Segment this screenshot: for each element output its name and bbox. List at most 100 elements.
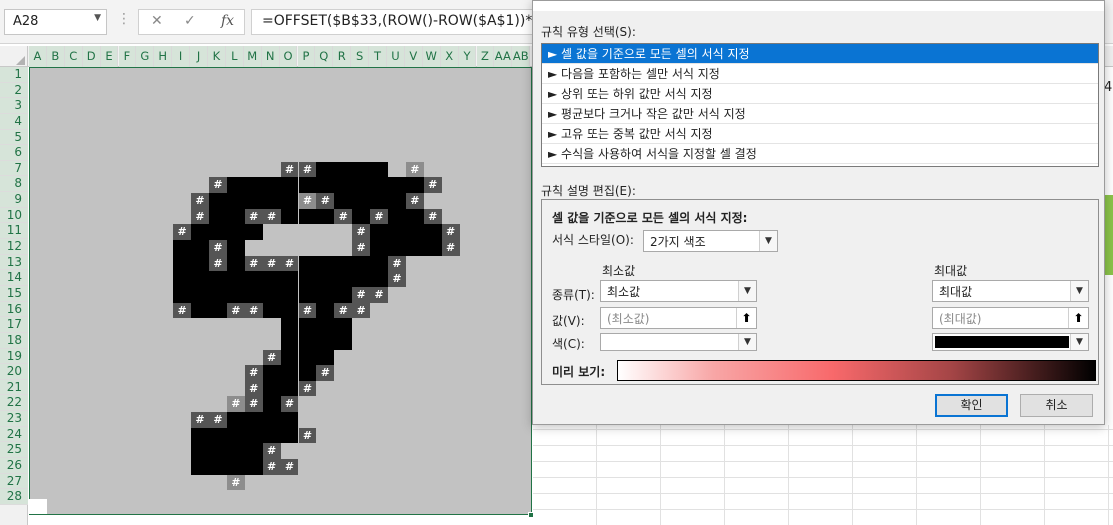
grid-cell[interactable] (262, 427, 281, 444)
grid-cell[interactable] (262, 380, 281, 397)
grid-cell[interactable] (280, 302, 299, 319)
grid-cell[interactable] (280, 177, 299, 194)
chevron-down-icon[interactable]: ▼ (738, 281, 756, 301)
row-header-21[interactable]: 21 (0, 379, 28, 396)
grid-cell[interactable]: # (298, 161, 317, 178)
chevron-down-icon[interactable]: ▼ (94, 13, 101, 23)
row-header-1[interactable]: 1 (0, 67, 28, 83)
active-cell-a28[interactable] (29, 499, 47, 514)
row-header-4[interactable]: 4 (0, 113, 28, 130)
grid-cell[interactable]: # (298, 193, 317, 209)
max-color-picker[interactable]: ▼ (932, 333, 1089, 351)
column-header-v[interactable]: V (404, 46, 423, 67)
select-all-corner[interactable] (0, 46, 28, 67)
grid-cell[interactable] (388, 208, 406, 225)
grid-cell[interactable] (209, 302, 227, 319)
grid-cell[interactable] (226, 271, 245, 287)
chevron-down-icon[interactable]: ▼ (1070, 281, 1088, 301)
grid-cell[interactable] (316, 333, 335, 350)
column-header-e[interactable]: E (100, 46, 119, 67)
fx-icon[interactable]: fx (221, 13, 234, 29)
grid-cell[interactable] (244, 443, 263, 459)
grid-cell[interactable]: # (244, 380, 263, 397)
formula-input[interactable]: =OFFSET($B$33,(ROW()-ROW($A$1))*28 (251, 9, 541, 35)
column-header-z[interactable]: Z (476, 46, 495, 67)
grid-cell[interactable] (316, 208, 335, 225)
grid-cell[interactable] (226, 286, 245, 303)
column-header-w[interactable]: W (422, 46, 441, 67)
grid-cell[interactable] (334, 161, 353, 178)
grid-cell[interactable] (262, 396, 281, 413)
row-header-2[interactable]: 2 (0, 82, 28, 99)
cancel-button[interactable]: 취소 (1020, 394, 1093, 417)
grid-cell[interactable]: # (441, 240, 460, 256)
grid-cell[interactable] (173, 286, 192, 303)
format-style-select[interactable]: 2가지 색조 ▼ (643, 230, 778, 252)
grid-cell[interactable]: # (173, 224, 192, 241)
grid-cell[interactable] (280, 365, 299, 381)
grid-cell[interactable] (334, 177, 353, 194)
min-value-input[interactable]: (최소값) ⬆ (600, 307, 757, 329)
grid-cell[interactable] (352, 271, 371, 287)
column-header-q[interactable]: Q (315, 46, 334, 67)
row-header-3[interactable]: 3 (0, 98, 28, 114)
grid-cell[interactable] (370, 161, 388, 178)
grid-cell[interactable]: # (388, 255, 406, 272)
row-header-19[interactable]: 19 (0, 348, 28, 365)
row-header-17[interactable]: 17 (0, 317, 28, 333)
grid-cell[interactable] (280, 208, 299, 225)
range-select-icon[interactable]: ⬆ (736, 308, 756, 328)
row-header-25[interactable]: 25 (0, 442, 28, 458)
row-header-22[interactable]: 22 (0, 395, 28, 412)
grid-cell[interactable] (298, 349, 317, 366)
grid-cell[interactable]: # (226, 302, 245, 319)
grid-cell[interactable] (316, 271, 335, 287)
grid-cell[interactable] (388, 240, 406, 256)
row-header-6[interactable]: 6 (0, 145, 28, 161)
grid-cell[interactable] (226, 177, 245, 194)
row-header-18[interactable]: 18 (0, 332, 28, 349)
grid-cell[interactable]: # (441, 224, 460, 241)
grid-cell[interactable] (316, 349, 335, 366)
grid-cell[interactable]: # (262, 208, 281, 225)
row-header-24[interactable]: 24 (0, 426, 28, 443)
grid-cell[interactable] (226, 240, 245, 256)
grid-cell[interactable]: # (352, 224, 371, 241)
rule-type-item[interactable]: ► 수식을 사용하여 서식을 지정할 셀 결정 (542, 144, 1098, 164)
max-type-select[interactable]: 최대값 ▼ (932, 280, 1089, 302)
grid-cell[interactable]: # (244, 365, 263, 381)
grid-cell[interactable]: # (244, 208, 263, 225)
grid-cell[interactable] (209, 459, 227, 475)
grid-cell[interactable]: # (405, 193, 424, 209)
cancel-icon[interactable]: ✕ (151, 13, 163, 29)
column-header-r[interactable]: R (333, 46, 352, 67)
grid-cell[interactable] (209, 208, 227, 225)
grid-cell[interactable]: # (370, 286, 388, 303)
min-type-select[interactable]: 최소값 ▼ (600, 280, 757, 302)
grid-cell[interactable] (191, 224, 209, 241)
grid-cell[interactable] (209, 286, 227, 303)
grid-cell[interactable] (191, 271, 209, 287)
grid-cell[interactable]: # (244, 255, 263, 272)
rule-type-item[interactable]: ► 고유 또는 중복 값만 서식 지정 (542, 124, 1098, 144)
row-header-16[interactable]: 16 (0, 301, 28, 318)
row-header-5[interactable]: 5 (0, 129, 28, 146)
row-header-9[interactable]: 9 (0, 192, 28, 208)
row-header-28[interactable]: 28 (0, 489, 28, 505)
grid-cell[interactable] (244, 177, 263, 194)
grid-cell[interactable] (262, 271, 281, 287)
grid-cell[interactable] (298, 208, 317, 225)
column-header-n[interactable]: N (261, 46, 280, 67)
grid-cell[interactable] (280, 318, 299, 334)
grid-cell[interactable]: # (352, 286, 371, 303)
grid-cell[interactable] (298, 365, 317, 381)
grid-cell[interactable]: # (191, 208, 209, 225)
grid-cell[interactable] (173, 255, 192, 272)
row-header-10[interactable]: 10 (0, 207, 28, 224)
grid-cell[interactable] (316, 286, 335, 303)
grid-cell[interactable] (388, 177, 406, 194)
column-header-k[interactable]: K (208, 46, 226, 67)
grid-cell[interactable] (262, 412, 281, 428)
row-header-14[interactable]: 14 (0, 270, 28, 286)
grid-cell[interactable]: # (226, 396, 245, 413)
